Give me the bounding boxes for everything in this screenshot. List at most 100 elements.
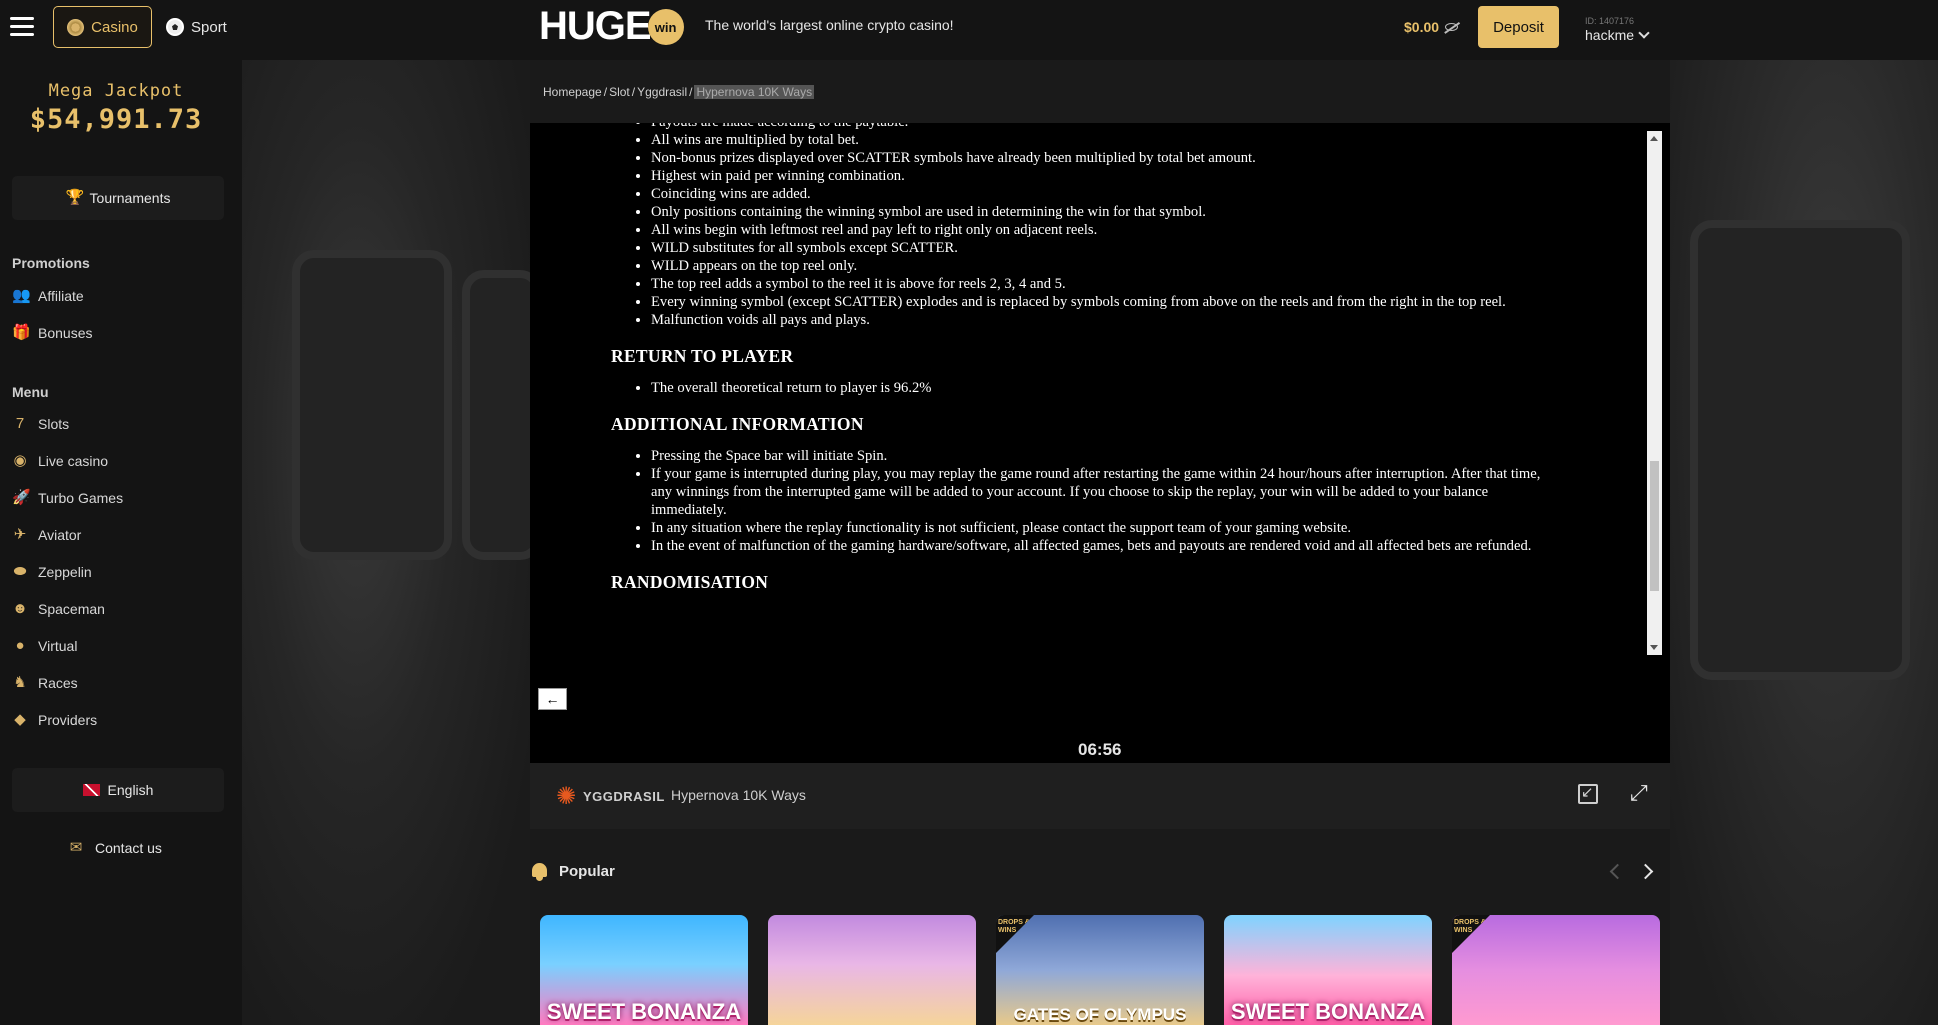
randomisation-heading: RANDOMISATION [611, 572, 769, 592]
hide-balance-icon[interactable] [1445, 23, 1459, 31]
sidebar-item-label: Turbo Games [38, 490, 124, 506]
sidebar-item-label: Aviator [38, 527, 82, 543]
game-card-candy[interactable]: DROPS & WINS [1452, 915, 1660, 1025]
payout-rules-list: Payouts are made according to the paytab… [611, 123, 1561, 329]
sidebar-item-virtual[interactable]: ● Virtual [12, 636, 77, 656]
contact-label: Contact us [95, 840, 162, 856]
rocket-icon: 🚀 [12, 489, 31, 506]
game-card-zeus[interactable] [768, 915, 976, 1025]
back-button[interactable]: ← [538, 688, 567, 710]
additional-info-list: Pressing the Space bar will initiate Spi… [611, 447, 1561, 555]
sidebar-item-label: Races [38, 675, 78, 691]
site-logo[interactable]: HUGE win [539, 6, 684, 46]
sidebar-item-races[interactable]: ♞ Races [12, 673, 78, 693]
list-item: In the event of malfunction of the gamin… [651, 537, 1561, 555]
list-item: Every winning symbol (except SCATTER) ex… [651, 293, 1561, 311]
sport-tab[interactable]: Sport [166, 16, 227, 38]
game-card-sweet-bonanza[interactable]: SWEET BONANZA [540, 915, 748, 1025]
zeppelin-icon: ⬬ [13, 563, 27, 580]
sidebar: Mega Jackpot $54,991.73 🏆 Tournaments Pr… [0, 60, 242, 1025]
jackpot-title: Mega Jackpot [48, 81, 184, 101]
list-item: WILD appears on the top reel only. [651, 257, 1561, 275]
game-card-sweet-bonanza-2[interactable]: SWEET BONANZA [1224, 915, 1432, 1025]
game-card-gates-of-olympus[interactable]: DROPS & WINS GATES OF OLYMPUS [996, 915, 1204, 1025]
session-timer: 06:56 [1078, 740, 1122, 759]
breadcrumb-separator: / [631, 85, 636, 99]
sidebar-item-live-casino[interactable]: ◉ Live casino [12, 451, 108, 471]
language-selector[interactable]: English [12, 768, 224, 812]
fullscreen-icon[interactable] [1630, 780, 1650, 806]
site-tagline: The world's largest online crypto casino… [705, 17, 954, 33]
list-item: Pressing the Space bar will initiate Spi… [651, 447, 1561, 465]
diamond-icon: ◆ [14, 711, 26, 728]
jackpot-value: $54,991.73 [29, 104, 203, 135]
chevron-down-icon [1638, 27, 1650, 39]
astronaut-icon: ☻ [12, 600, 28, 617]
sidebar-item-label: Live casino [38, 453, 109, 469]
gift-icon: 🎁 [12, 324, 31, 341]
provider-logo: YGGDRASIL [556, 782, 665, 811]
tournaments-label: Tournaments [89, 190, 171, 206]
breadcrumb-provider[interactable]: Yggdrasil [637, 85, 687, 99]
provider-name: YGGDRASIL [583, 788, 665, 804]
logo-text: HUGE [539, 4, 652, 48]
casino-tab[interactable]: Casino [53, 6, 152, 48]
drops-wins-badge: DROPS & WINS [996, 915, 1034, 953]
theater-mode-icon[interactable] [1578, 783, 1598, 804]
slot-machine-silhouette [1690, 220, 1910, 680]
horse-icon: ♞ [13, 674, 27, 691]
language-label: English [107, 782, 154, 798]
menu-icon[interactable] [10, 17, 34, 37]
contact-us-link[interactable]: ✉ Contact us [66, 839, 162, 857]
username: hackme [1585, 27, 1635, 43]
wallet-balance[interactable]: $0.00 [1404, 19, 1459, 35]
chip-icon [67, 18, 85, 36]
promotions-heading: Promotions [12, 255, 90, 271]
sidebar-item-label: Bonuses [38, 325, 93, 341]
scroll-down-icon[interactable] [1650, 645, 1658, 650]
mail-icon: ✉ [69, 839, 83, 856]
game-card-title: SWEET BONANZA [1230, 999, 1426, 1024]
game-card-title: SWEET BONANZA [546, 999, 742, 1024]
sidebar-item-label: Spaceman [38, 601, 105, 617]
chip-icon: ◉ [13, 452, 27, 469]
user-menu[interactable]: hackme [1585, 27, 1650, 43]
sport-tab-label: Sport [191, 18, 227, 36]
game-card-title: GATES OF OLYMPUS [1013, 1005, 1187, 1024]
list-item: Highest win paid per winning combination… [651, 167, 1561, 185]
list-item: The overall theoretical return to player… [651, 379, 1561, 397]
scroll-thumb[interactable] [1650, 461, 1659, 591]
sidebar-item-zeppelin[interactable]: ⬬ Zeppelin [12, 562, 92, 582]
rules-scrollbar[interactable] [1647, 131, 1662, 655]
sidebar-item-label: Providers [38, 712, 98, 728]
slot-777-icon: 7 [15, 415, 25, 432]
sidebar-item-spaceman[interactable]: ☻ Spaceman [12, 599, 105, 619]
sidebar-item-affiliate[interactable]: 👥 Affiliate [12, 286, 84, 306]
sidebar-item-label: Virtual [38, 638, 78, 654]
breadcrumb-homepage[interactable]: Homepage [543, 85, 602, 99]
drops-wins-badge: DROPS & WINS [1452, 915, 1490, 953]
game-title: Hypernova 10K Ways [671, 787, 806, 803]
breadcrumb-slot[interactable]: Slot [609, 85, 630, 99]
list-item: Coinciding wins are added. [651, 185, 1561, 203]
sidebar-item-bonuses[interactable]: 🎁 Bonuses [12, 323, 92, 343]
user-id: ID: 1407176 [1585, 16, 1635, 26]
list-item: All wins are multiplied by total bet. [651, 131, 1561, 149]
uk-flag-icon [82, 784, 100, 796]
sidebar-item-aviator[interactable]: ✈ Aviator [12, 525, 82, 545]
list-item: WILD substitutes for all symbols except … [651, 239, 1561, 257]
sidebar-item-label: Slots [38, 416, 70, 432]
list-item: If your game is interrupted during play,… [651, 465, 1561, 519]
sidebar-item-slots[interactable]: 7 Slots [12, 414, 69, 434]
additional-info-heading: ADDITIONAL INFORMATION [611, 414, 864, 434]
sidebar-item-providers[interactable]: ◆ Providers [12, 710, 97, 730]
list-item: Payouts are made according to the paytab… [651, 123, 1561, 131]
sidebar-item-label: Zeppelin [38, 564, 92, 580]
game-rules-panel[interactable]: Payouts are made according to the paytab… [530, 123, 1646, 655]
tournaments-button[interactable]: 🏆 Tournaments [12, 176, 224, 220]
slot-machine-silhouette [292, 250, 452, 560]
sidebar-item-turbo-games[interactable]: 🚀 Turbo Games [12, 488, 123, 508]
deposit-button[interactable]: Deposit [1478, 6, 1559, 48]
background-left-decor [242, 60, 542, 1025]
scroll-up-icon[interactable] [1650, 136, 1658, 141]
